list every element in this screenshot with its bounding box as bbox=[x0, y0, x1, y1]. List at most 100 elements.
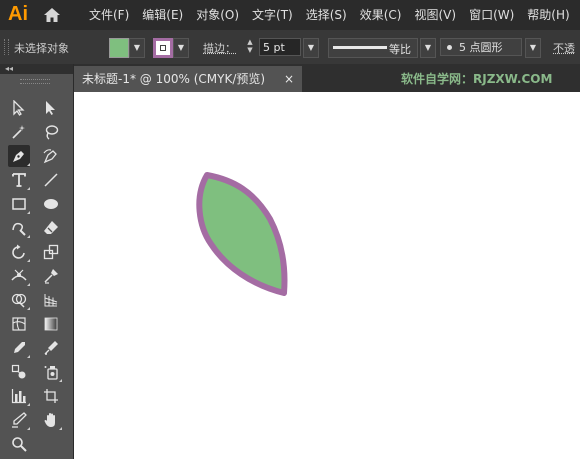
watermark-text: 软件自学网：RJZXW.COM bbox=[401, 72, 553, 86]
ellipse-tool[interactable] bbox=[40, 193, 62, 215]
brush-dropdown[interactable]: ▼ bbox=[525, 38, 541, 58]
measure-tool-icon bbox=[44, 341, 58, 355]
stroke-weight-stepper[interactable]: ▲ ▼ bbox=[244, 38, 256, 56]
stroke-profile-dropdown[interactable]: ▼ bbox=[420, 38, 436, 58]
lasso-tool[interactable] bbox=[40, 121, 62, 143]
zoom-tool-icon bbox=[12, 437, 27, 452]
shape-builder-tool-icon bbox=[11, 293, 27, 308]
leaf-shape[interactable] bbox=[74, 92, 580, 459]
magic-wand-tool-icon bbox=[12, 125, 25, 139]
artboard-canvas[interactable] bbox=[74, 92, 580, 459]
eraser-tool-icon bbox=[44, 221, 58, 234]
document-tab[interactable]: 未标题-1* @ 100% (CMYK/预览) × bbox=[74, 66, 302, 92]
menu-select[interactable]: 选择(S) bbox=[306, 0, 347, 30]
opacity-label[interactable]: 不透 bbox=[553, 40, 575, 56]
tool-group-indicator bbox=[27, 283, 30, 286]
type-tool-icon bbox=[12, 173, 26, 187]
mesh-tool[interactable] bbox=[8, 313, 30, 335]
tools-panel-grip[interactable] bbox=[20, 79, 50, 84]
gradient-tool[interactable] bbox=[40, 313, 62, 335]
tool-group-indicator bbox=[59, 427, 62, 430]
lasso-tool-icon bbox=[45, 125, 59, 140]
shape-builder-tool[interactable] bbox=[8, 289, 30, 311]
puppet-warp-tool[interactable] bbox=[40, 265, 62, 287]
hand-tool[interactable] bbox=[40, 409, 62, 431]
document-tab-title: 未标题-1* @ 100% (CMYK/预览) bbox=[82, 72, 266, 86]
direct-selection-tool-icon bbox=[46, 101, 55, 115]
tool-group-indicator bbox=[27, 427, 30, 430]
tool-group-indicator bbox=[27, 211, 30, 214]
home-icon[interactable] bbox=[43, 6, 61, 24]
menu-object[interactable]: 对象(O) bbox=[196, 0, 239, 30]
stroke-swatch[interactable] bbox=[153, 38, 173, 58]
symbol-sprayer-tool[interactable] bbox=[40, 361, 62, 383]
app-logo: Ai bbox=[8, 3, 28, 25]
tool-group-indicator bbox=[59, 379, 62, 382]
tool-group-indicator bbox=[27, 235, 30, 238]
rotate-tool[interactable] bbox=[8, 241, 30, 263]
artboard-tool-icon bbox=[44, 389, 58, 403]
slice-tool[interactable] bbox=[8, 409, 30, 431]
tools-panel: ◂◂ bbox=[0, 64, 74, 459]
tool-group-indicator bbox=[27, 355, 30, 358]
mesh-tool-icon bbox=[12, 317, 26, 331]
shaper-tool-icon bbox=[12, 222, 26, 236]
selection-status: 未选择对象 bbox=[14, 42, 69, 55]
menu-view[interactable]: 视图(V) bbox=[414, 0, 456, 30]
curvature-tool[interactable] bbox=[40, 145, 62, 167]
scale-tool-icon bbox=[43, 244, 59, 260]
tool-group-indicator bbox=[27, 163, 30, 166]
shaper-tool[interactable] bbox=[8, 217, 30, 239]
stroke-profile-label: 等比 bbox=[389, 43, 411, 56]
width-tool[interactable] bbox=[8, 265, 30, 287]
curvature-tool-icon bbox=[43, 149, 57, 164]
puppet-warp-tool-icon bbox=[44, 269, 58, 284]
fill-dropdown[interactable]: ▼ bbox=[129, 38, 145, 58]
control-bar-grip[interactable] bbox=[4, 39, 9, 55]
stroke-dropdown[interactable]: ▼ bbox=[173, 38, 189, 58]
menu-bar: Ai 文件(F) 编辑(E) 对象(O) 文字(T) 选择(S) 效果(C) 视… bbox=[0, 0, 580, 30]
stroke-label[interactable]: 描边： bbox=[203, 40, 236, 56]
blend-tool[interactable] bbox=[8, 361, 30, 383]
fill-swatch[interactable] bbox=[109, 38, 129, 58]
menu-window[interactable]: 窗口(W) bbox=[469, 0, 514, 30]
tools-panel-collapse[interactable]: ◂◂ bbox=[0, 64, 73, 74]
selection-tool[interactable] bbox=[8, 97, 30, 119]
line-segment-tool[interactable] bbox=[40, 169, 62, 191]
width-tool-icon bbox=[11, 269, 27, 281]
pen-tool-icon bbox=[13, 151, 24, 162]
pen-tool[interactable] bbox=[8, 145, 30, 167]
menu-effect[interactable]: 效果(C) bbox=[360, 0, 402, 30]
rectangle-tool[interactable] bbox=[8, 193, 30, 215]
perspective-grid-tool[interactable] bbox=[40, 289, 62, 311]
artboard-tool[interactable] bbox=[40, 385, 62, 407]
direct-selection-tool[interactable] bbox=[40, 97, 62, 119]
eraser-tool[interactable] bbox=[40, 217, 62, 239]
tool-group-indicator bbox=[27, 403, 30, 406]
stroke-profile-select[interactable]: 等比 bbox=[328, 38, 418, 58]
menu-file[interactable]: 文件(F) bbox=[89, 0, 129, 30]
perspective-grid-tool-icon bbox=[44, 294, 58, 307]
tool-group-indicator bbox=[27, 187, 30, 190]
close-tab-icon[interactable]: × bbox=[284, 66, 294, 92]
stroke-weight-input[interactable]: 5 pt bbox=[259, 38, 301, 56]
line-segment-tool-icon bbox=[44, 173, 58, 187]
scale-tool[interactable] bbox=[40, 241, 62, 263]
stroke-profile-preview bbox=[333, 46, 387, 49]
column-graph-tool[interactable] bbox=[8, 385, 30, 407]
measure-tool[interactable] bbox=[40, 337, 62, 359]
eyedropper-tool[interactable] bbox=[8, 337, 30, 359]
menu-edit[interactable]: 编辑(E) bbox=[142, 0, 183, 30]
control-bar: 未选择对象 ▼ ▼ 描边： ▲ ▼ 5 pt ▼ 等比 ▼ 5 点圆形 ▼ 不透 bbox=[0, 30, 580, 65]
menu-type[interactable]: 文字(T) bbox=[252, 0, 293, 30]
type-tool[interactable] bbox=[8, 169, 30, 191]
symbol-sprayer-tool-icon bbox=[44, 366, 58, 380]
stroke-weight-dropdown[interactable]: ▼ bbox=[303, 38, 319, 58]
magic-wand-tool[interactable] bbox=[8, 121, 30, 143]
gradient-tool-icon bbox=[44, 317, 58, 331]
menu-help[interactable]: 帮助(H) bbox=[527, 0, 569, 30]
zoom-tool[interactable] bbox=[8, 433, 30, 455]
menu-list: 文件(F) 编辑(E) 对象(O) 文字(T) 选择(S) 效果(C) 视图(V… bbox=[89, 0, 580, 30]
rectangle-tool-icon bbox=[12, 198, 26, 210]
brush-select[interactable]: 5 点圆形 bbox=[440, 38, 522, 56]
